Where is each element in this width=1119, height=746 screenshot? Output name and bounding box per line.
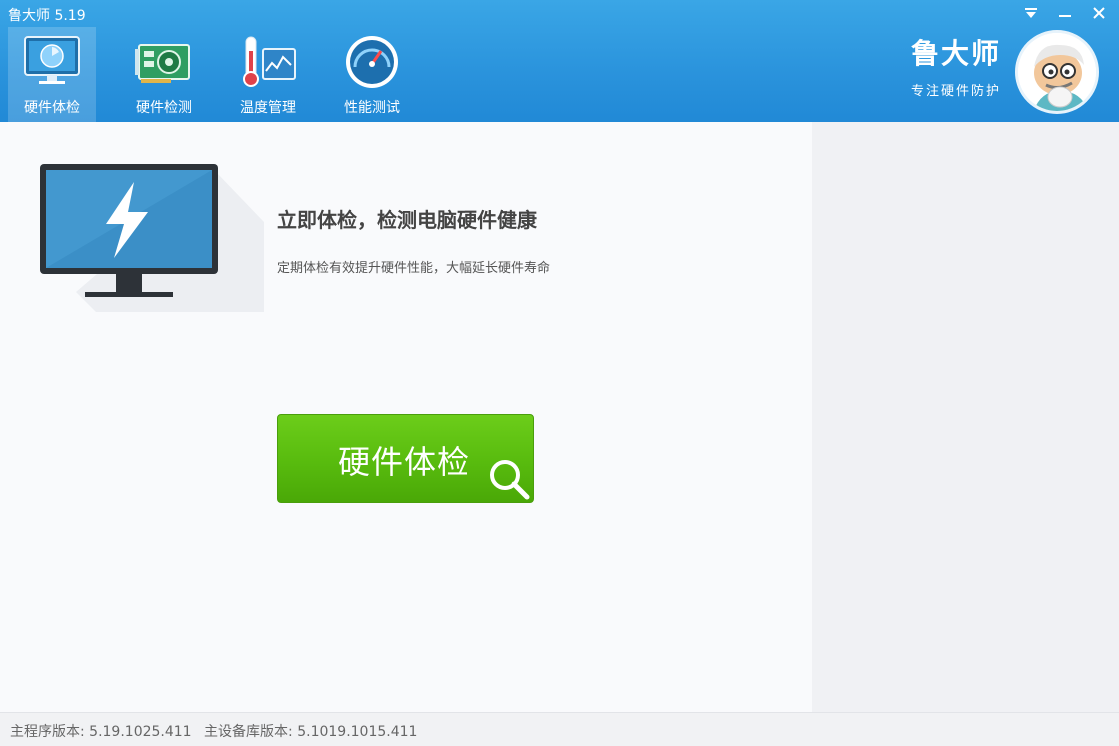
brand-name: 鲁大师 (910, 37, 1001, 70)
tab-label: 硬件体检 (24, 100, 80, 116)
tab-temperature-management[interactable]: 温度管理 (216, 27, 320, 122)
page-subtitle: 定期体检有效提升硬件性能，大幅延长硬件寿命 (277, 261, 551, 276)
chevron-down-icon (1025, 8, 1037, 18)
main-tabs: 硬件体检 硬件检测 温度管理 性能测试 (8, 27, 424, 122)
search-icon (481, 451, 533, 502)
tab-performance-test[interactable]: 性能测试 (320, 27, 424, 122)
tab-label: 硬件检测 (136, 100, 192, 116)
title-bar: 鲁大师 5.19 硬件体检 硬件检测 温度管理 性能测试 鲁大师 专注硬件防护 (0, 0, 1119, 122)
window-controls (1021, 3, 1109, 23)
monitor-illustration (36, 162, 266, 312)
side-panel (812, 122, 1119, 712)
monitor-icon (22, 33, 82, 91)
minimize-button[interactable] (1055, 3, 1075, 23)
main-panel: 立即体检，检测电脑硬件健康 定期体检有效提升硬件性能，大幅延长硬件寿命 硬件体检 (0, 122, 812, 712)
app-title: 鲁大师 5.19 (8, 8, 86, 24)
thermometer-icon (238, 33, 298, 91)
tab-label: 温度管理 (240, 100, 296, 116)
version-info: 主程序版本: 5.19.1025.411 主设备库版本: 5.1019.1015… (10, 721, 425, 741)
db-version: 主设备库版本: 5.1019.1015.411 (204, 724, 418, 740)
check-button-label: 硬件体检 (338, 443, 471, 481)
mascot-icon (1018, 33, 1096, 111)
brand-slogan: 专注硬件防护 (910, 84, 1001, 99)
graphics-card-icon (134, 33, 194, 91)
mascot-avatar[interactable] (1015, 30, 1099, 114)
status-bar: 主程序版本: 5.19.1025.411 主设备库版本: 5.1019.1015… (0, 712, 1119, 746)
brand: 鲁大师 专注硬件防护 (910, 37, 1001, 100)
page-title: 立即体检，检测电脑硬件健康 (277, 208, 537, 232)
minimize-icon (1059, 15, 1071, 17)
main-version: 主程序版本: 5.19.1025.411 (10, 724, 192, 740)
hardware-checkup-button[interactable]: 硬件体检 (277, 414, 534, 503)
tab-hardware-detect[interactable]: 硬件检测 (112, 27, 216, 122)
close-icon (1093, 7, 1105, 19)
lightning-monitor-icon (40, 164, 264, 312)
tab-label: 性能测试 (344, 100, 400, 116)
menu-dropdown-button[interactable] (1021, 3, 1041, 23)
speedometer-icon (342, 33, 402, 91)
tab-hardware-checkup[interactable]: 硬件体检 (8, 27, 96, 122)
close-button[interactable] (1089, 3, 1109, 23)
